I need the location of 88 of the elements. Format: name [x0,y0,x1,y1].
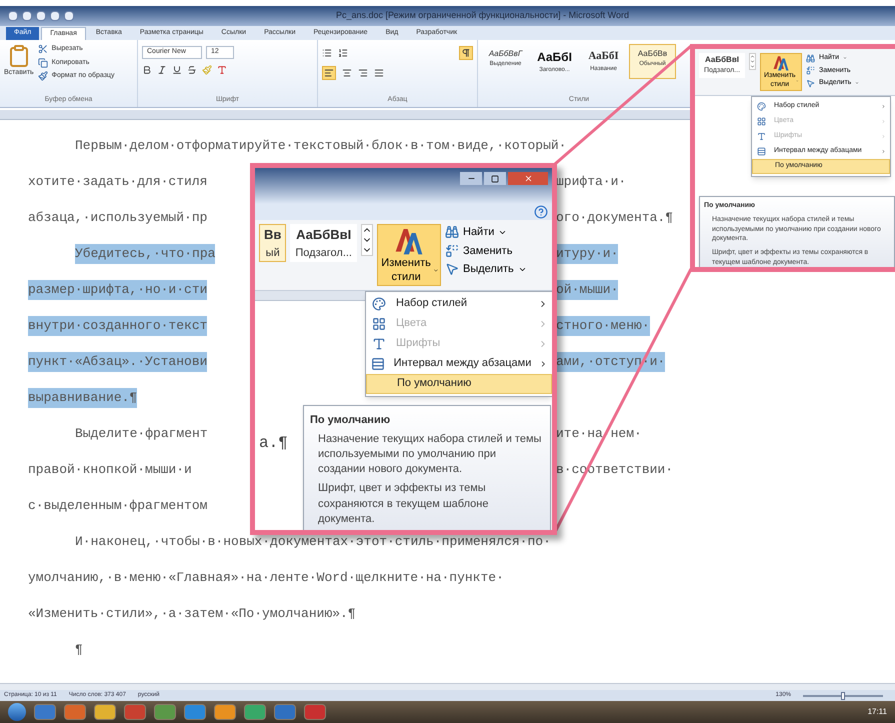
more-icon [750,64,756,69]
grid-icon [372,316,386,330]
letter-box-icon [372,336,386,350]
style-sample: АаБбВв [638,48,668,60]
minimize-button[interactable] [460,172,482,185]
menu-item[interactable]: Интервал между абзацами [366,354,552,374]
document-text: правой·кнопкой·мыши·и [28,461,192,480]
maximize-button[interactable] [484,172,506,185]
tooltip-text: Шрифт, цвет и эффекты из темы сохраняются в текущем шаблоне документа. [317,481,490,527]
align-right-icon[interactable] [358,68,368,78]
font-color-icon[interactable] [217,64,227,74]
style-sample: АаБбВвІ [296,226,352,244]
maximize-icon [491,174,499,182]
clock: 17:11 [868,706,887,718]
underline-icon[interactable] [172,64,182,74]
lines-icon [756,146,766,156]
document-text: И·наконец,·чтобы·в·новых·документах·этот·стиль·применялся·по· [75,533,551,552]
document-text: ого·документа.¶ [556,209,674,228]
align-center-icon[interactable] [342,68,352,78]
window-title: Pc_ans.doc [Режим ограниченной функциональности] - Microsoft Word [334,9,630,22]
bold-icon[interactable] [142,64,152,74]
style-sample: АаБбВвІ [705,54,739,66]
replace-icon [445,244,459,258]
style-item[interactable]: АаБбВвІ Подзагол... [290,224,357,262]
document-text: Убедитесь,·что·пра [75,244,216,264]
zoom-slider-thumb[interactable] [841,692,845,700]
style-name: ый [266,246,280,260]
bullets-icon[interactable] [322,48,332,58]
change-styles-button[interactable]: Изменить стили [377,224,441,286]
taskbar-app[interactable] [214,704,236,720]
taskbar-app[interactable] [94,704,116,720]
document-text: с·выделенным·фрагментом [28,497,208,516]
document-text: размер·шрифта,·но·и·сти [28,280,208,300]
menu-item[interactable]: Набор стилей [366,294,552,314]
edit-command[interactable]: Выделить [445,261,527,278]
help-icon[interactable] [534,205,548,219]
close-icon [524,174,532,183]
strikethrough-icon[interactable] [187,64,197,74]
style-sample: Вв [264,226,282,244]
binoculars-icon [806,54,816,63]
style-name: Подзагол... [295,246,352,260]
document-text: ¶ [75,641,83,660]
styles-icon [772,54,790,72]
style-sample: АаБбІ [588,49,619,64]
down-icon [750,59,756,64]
justify-icon[interactable] [374,68,384,78]
document-text: абзаца,·используемый·пр [28,209,208,228]
tooltip-text: Назначение текущих набора стилей и темы используемыми по умолчанию при создании нового документа. [317,432,542,478]
document-text: пункт·«Абзац».·Установи [28,352,208,372]
document-text: ой·мыши· [556,280,618,300]
numbering-icon[interactable] [338,48,348,58]
document-text: Выделите·фрагмент [75,425,208,444]
tooltip-title: По умолчанию [310,412,392,428]
binoculars-icon [445,225,459,240]
taskbar-app[interactable] [244,704,266,720]
pilcrow-icon [461,48,471,58]
document-text: умолчанию,·в·меню·«Главная»·на·ленте·Word·щелкните·на·пункте· [28,569,504,588]
document-text: выравнивание.¶ [28,388,138,408]
gallery-scroll[interactable] [749,53,756,70]
grid-icon [756,116,766,126]
document-text: стного·меню· [556,316,650,336]
replace-icon [806,66,816,76]
menu-item[interactable]: По умолчанию [366,374,552,394]
edit-command[interactable]: Найти [445,224,527,240]
style-item[interactable]: Вв ый [259,224,286,262]
letter-box-icon [756,132,766,140]
pilcrow-button[interactable] [459,46,473,60]
pointer-icon [445,262,459,276]
document-text: Первым·делом·отформатируйте·текстовый·блок·в·том·виде,·который· [75,137,566,156]
document-text: «Изменить·стили»,·а·затем·«По·умолчанию».¶ [28,605,356,624]
lines-icon [370,356,385,370]
style-sample: АаБбВвГ [488,48,522,60]
start-button[interactable] [8,703,26,721]
document-text: а.¶ [259,432,288,454]
align-left-button[interactable] [322,66,336,80]
document-text: итуру·и· [556,244,618,264]
style-sample: АаБбІ [537,49,572,66]
copy-icon [38,58,48,68]
document-text: хотите·задать·для·стиля [28,173,208,192]
align-left-icon [324,68,334,78]
document-text: внутри·созданного·текст [28,316,208,336]
italic-icon[interactable] [157,64,167,74]
document-text: шрифта·и· [556,173,626,192]
scissors-icon [38,44,48,54]
gallery-scroll[interactable] [361,224,373,256]
pointer-icon [806,78,816,88]
up-icon [750,54,756,59]
edit-command[interactable]: Заменить [445,242,527,259]
